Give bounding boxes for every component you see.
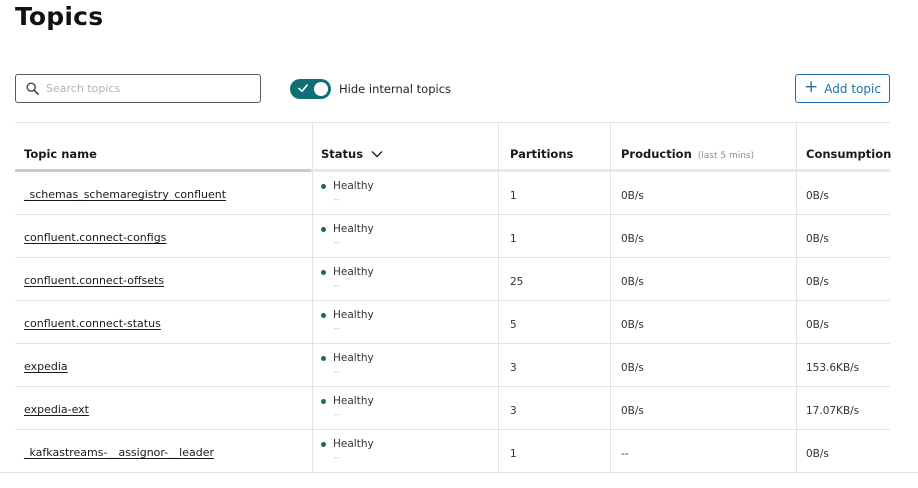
consumption-value: 153.6KB/s	[806, 362, 860, 374]
production-value: 0B/s	[621, 190, 644, 202]
table-row: expedia-ext Healthy -- 3 0B/s 17.07KB/s	[0, 387, 918, 430]
partitions-value: 3	[510, 405, 517, 417]
production-value: 0B/s	[621, 362, 644, 374]
status-subtext: --	[334, 367, 340, 376]
consumption-value: 0B/s	[806, 448, 829, 460]
column-header-production-sub: (last 5 mins)	[697, 151, 755, 161]
status-cell: Healthy --	[321, 352, 374, 376]
column-header-status-label: Status	[321, 147, 364, 161]
partitions-value: 5	[510, 319, 517, 331]
topic-name-link[interactable]: confluent.connect-configs	[24, 231, 166, 244]
topic-name-link[interactable]: confluent.connect-offsets	[24, 274, 164, 287]
hide-internal-topics-label: Hide internal topics	[339, 82, 452, 96]
healthy-status-dot	[321, 269, 326, 275]
toggle-knob	[314, 82, 328, 96]
column-header-consumption[interactable]: Consumption	[806, 147, 891, 161]
status-cell: Healthy --	[321, 180, 374, 204]
consumption-value: 0B/s	[806, 319, 829, 331]
topic-name-link[interactable]: expedia	[24, 360, 68, 373]
status-text: Healthy	[333, 395, 374, 407]
table-row: confluent.connect-configs Healthy -- 1 0…	[0, 215, 918, 258]
table-row: expedia Healthy -- 3 0B/s 153.6KB/s	[0, 344, 918, 387]
hide-internal-topics-toggle[interactable]	[290, 79, 331, 99]
column-header-topic-name[interactable]: Topic name	[24, 147, 97, 161]
add-topic-button[interactable]: + Add topic	[795, 74, 890, 103]
plus-icon: +	[804, 77, 819, 97]
healthy-status-dot	[321, 312, 326, 318]
status-subtext: --	[334, 324, 340, 333]
partitions-value: 25	[510, 276, 524, 288]
healthy-status-dot	[321, 183, 326, 189]
search-box[interactable]	[15, 74, 261, 103]
column-header-status[interactable]: Status	[321, 147, 383, 161]
production-value: 0B/s	[621, 319, 644, 331]
status-cell: Healthy --	[321, 395, 374, 419]
healthy-status-dot	[321, 355, 326, 361]
partitions-value: 3	[510, 362, 517, 374]
status-subtext: --	[334, 410, 340, 419]
status-subtext: --	[334, 238, 340, 247]
status-text: Healthy	[333, 223, 374, 235]
production-value: 0B/s	[621, 405, 644, 417]
consumption-value: 0B/s	[806, 190, 829, 202]
column-header-partitions[interactable]: Partitions	[510, 147, 573, 161]
page-title: Topics	[15, 2, 104, 31]
table-row: _kafkastreams-__assignor-__leader Health…	[0, 430, 918, 473]
add-topic-label: Add topic	[824, 81, 881, 96]
topic-name-link[interactable]: _schemas_schemaregistry_confluent	[24, 188, 226, 201]
status-text: Healthy	[333, 352, 374, 364]
table-row: _schemas_schemaregistry_confluent Health…	[0, 172, 918, 215]
hide-internal-topics-control: Hide internal topics	[290, 79, 451, 99]
search-icon	[26, 82, 40, 96]
table-header: Topic name Status Partitions Production (…	[15, 123, 891, 169]
partitions-value: 1	[510, 448, 517, 460]
healthy-status-dot	[321, 398, 326, 404]
status-subtext: --	[334, 453, 340, 462]
table-row: confluent.connect-status Healthy -- 5 0B…	[0, 301, 918, 344]
status-text: Healthy	[333, 266, 374, 278]
row-divider	[0, 472, 918, 473]
status-text: Healthy	[333, 438, 374, 450]
table-row: confluent.connect-offsets Healthy -- 25 …	[0, 258, 918, 301]
status-cell: Healthy --	[321, 266, 374, 290]
status-cell: Healthy --	[321, 438, 374, 462]
topics-page: Topics Hide internal topics + Add topic …	[0, 0, 918, 488]
status-subtext: --	[334, 195, 340, 204]
check-icon	[298, 84, 308, 92]
partitions-value: 1	[510, 233, 517, 245]
healthy-status-dot	[321, 441, 326, 447]
topic-name-link[interactable]: confluent.connect-status	[24, 317, 161, 330]
partitions-value: 1	[510, 190, 517, 202]
chevron-down-icon	[371, 151, 383, 158]
topic-name-link[interactable]: _kafkastreams-__assignor-__leader	[24, 446, 214, 459]
column-header-production-label: Production	[621, 147, 692, 161]
status-cell: Healthy --	[321, 223, 374, 247]
status-cell: Healthy --	[321, 309, 374, 333]
consumption-value: 17.07KB/s	[806, 405, 860, 417]
search-input[interactable]	[46, 82, 246, 95]
status-text: Healthy	[333, 180, 374, 192]
consumption-value: 0B/s	[806, 276, 829, 288]
healthy-status-dot	[321, 226, 326, 232]
column-header-production[interactable]: Production (last 5 mins)	[621, 147, 754, 161]
consumption-value: 0B/s	[806, 233, 829, 245]
status-text: Healthy	[333, 309, 374, 321]
production-value: --	[621, 448, 629, 460]
production-value: 0B/s	[621, 233, 644, 245]
topic-name-link[interactable]: expedia-ext	[24, 403, 89, 416]
production-value: 0B/s	[621, 276, 644, 288]
status-subtext: --	[334, 281, 340, 290]
